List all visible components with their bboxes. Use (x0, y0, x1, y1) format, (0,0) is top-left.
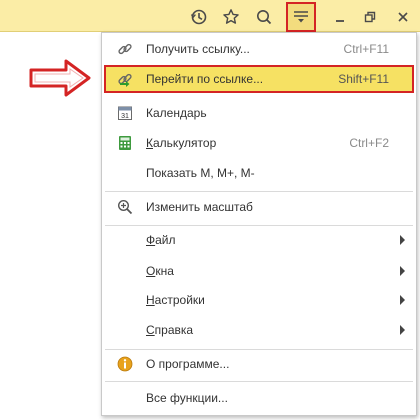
main-menu-button[interactable] (286, 2, 316, 32)
history-icon (190, 9, 207, 25)
menu-item-show-memory[interactable]: Показать M, M+, M- (105, 160, 413, 186)
menu-separator (105, 349, 413, 350)
menu-item-label: О программе... (146, 357, 230, 371)
search-button[interactable] (251, 4, 277, 30)
menu-item-shortcut: Ctrl+F11 (343, 42, 389, 56)
menu-item-label: Все функции... (146, 391, 228, 405)
search-icon (257, 10, 272, 25)
menu-item-label: Изменить масштаб (146, 200, 253, 214)
menu-item-calendar[interactable]: 31 Календарь (105, 100, 413, 126)
annotation-arrow-icon (29, 59, 91, 97)
menu-separator (105, 381, 413, 382)
menu-item-label: Калькулятор (146, 136, 217, 150)
main-menu-dropdown: Получить ссылку... Ctrl+F11 Перейти по с… (101, 32, 417, 416)
svg-text:31: 31 (121, 113, 129, 120)
menu-item-about[interactable]: О программе... (105, 351, 413, 377)
menu-item-label: Настройки (146, 293, 205, 307)
menu-item-label: Получить ссылку... (146, 42, 250, 56)
submenu-arrow-icon (400, 325, 405, 335)
menu-item-shortcut: Ctrl+F2 (349, 136, 389, 150)
menu-item-file[interactable]: Файл (105, 227, 413, 253)
top-toolbar (0, 0, 420, 32)
submenu-arrow-icon (400, 235, 405, 245)
menu-item-all-functions[interactable]: Все функции... (105, 385, 413, 411)
menu-item-label: Календарь (146, 106, 207, 120)
minimize-icon (336, 20, 344, 22)
star-icon (223, 9, 239, 24)
menu-separator (105, 191, 413, 192)
menu-item-change-zoom[interactable]: Изменить масштаб (105, 194, 413, 220)
favorites-button[interactable] (218, 4, 244, 30)
submenu-arrow-icon (400, 266, 405, 276)
info-icon (117, 356, 133, 372)
menu-item-get-link[interactable]: Получить ссылку... Ctrl+F11 (105, 36, 413, 62)
menu-separator (105, 225, 413, 226)
menu-item-label: Показать M, M+, M- (146, 166, 255, 180)
menu-item-help[interactable]: Справка (105, 317, 413, 343)
submenu-arrow-icon (400, 295, 405, 305)
menu-item-calculator[interactable]: Калькулятор Ctrl+F2 (105, 130, 413, 156)
main-menu-icon (294, 11, 308, 23)
menu-item-windows[interactable]: Окна (105, 258, 413, 284)
zoom-icon (117, 199, 133, 215)
restore-icon (364, 11, 376, 23)
menu-item-label: Справка (146, 323, 194, 337)
close-button[interactable] (390, 4, 416, 30)
go-to-link-icon (117, 71, 133, 87)
calculator-icon (117, 135, 133, 151)
menu-item-shortcut: Shift+F11 (338, 72, 389, 86)
close-icon (398, 12, 408, 22)
menu-item-label: Файл (146, 233, 176, 247)
restore-button[interactable] (357, 4, 383, 30)
calendar-icon: 31 (117, 105, 133, 121)
menu-item-settings[interactable]: Настройки (105, 287, 413, 313)
history-button[interactable] (186, 4, 212, 30)
menu-item-label: Перейти по ссылке... (146, 72, 264, 86)
menu-item-label: Окна (146, 264, 174, 278)
link-icon (117, 41, 133, 57)
minimize-button[interactable] (327, 4, 353, 30)
menu-item-go-to-link[interactable]: Перейти по ссылке... Shift+F11 (104, 65, 414, 93)
